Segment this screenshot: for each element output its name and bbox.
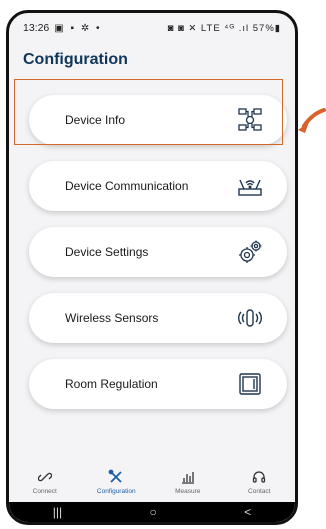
card-wireless-sensors[interactable]: Wireless Sensors [29, 293, 287, 343]
bottom-navigation: Connect Configuration Measure Contact [9, 465, 295, 505]
status-right-icons: ◙ ◙ ✕ LTE ⁴ᴳ .ıl 57%▮ [167, 22, 281, 34]
status-time: 13:26 [23, 22, 50, 34]
router-icon [235, 171, 265, 201]
nav-label: Configuration [96, 488, 136, 495]
highlight-box [14, 79, 283, 145]
tools-icon [107, 469, 125, 485]
thermostat-icon [235, 369, 265, 399]
gears-icon [235, 237, 265, 267]
wireless-sensor-icon [235, 303, 265, 333]
card-label: Device Communication [65, 179, 189, 193]
bar-chart-icon [179, 469, 197, 485]
nav-label: Measure [175, 488, 201, 495]
system-navigation-bar: ||| ○ < [9, 502, 295, 522]
nav-label: Connect [32, 488, 57, 495]
card-label: Device Settings [65, 245, 149, 259]
card-device-communication[interactable]: Device Communication [29, 161, 287, 211]
nav-measure[interactable]: Measure [152, 465, 224, 505]
card-room-regulation[interactable]: Room Regulation [29, 359, 287, 409]
card-device-settings[interactable]: Device Settings [29, 227, 287, 277]
nav-label: Contact [248, 488, 271, 495]
nav-connect[interactable]: Connect [9, 465, 81, 505]
status-bar: 13:26 ▣ ▪ ✲ • ◙ ◙ ✕ LTE ⁴ᴳ .ıl 57%▮ [9, 13, 295, 43]
page-title: Configuration [23, 51, 128, 68]
back-button[interactable]: < [244, 505, 251, 519]
home-button[interactable]: ○ [150, 505, 157, 519]
headset-icon [250, 469, 268, 485]
nav-configuration[interactable]: Configuration [81, 465, 153, 505]
nav-contact[interactable]: Contact [224, 465, 296, 505]
link-icon [36, 469, 54, 485]
status-left-icons: ▣ ▪ ✲ • [54, 22, 102, 34]
recents-button[interactable]: ||| [53, 505, 62, 519]
card-label: Wireless Sensors [65, 311, 159, 325]
annotation-arrow-icon [298, 108, 326, 133]
card-label: Room Regulation [65, 377, 158, 391]
